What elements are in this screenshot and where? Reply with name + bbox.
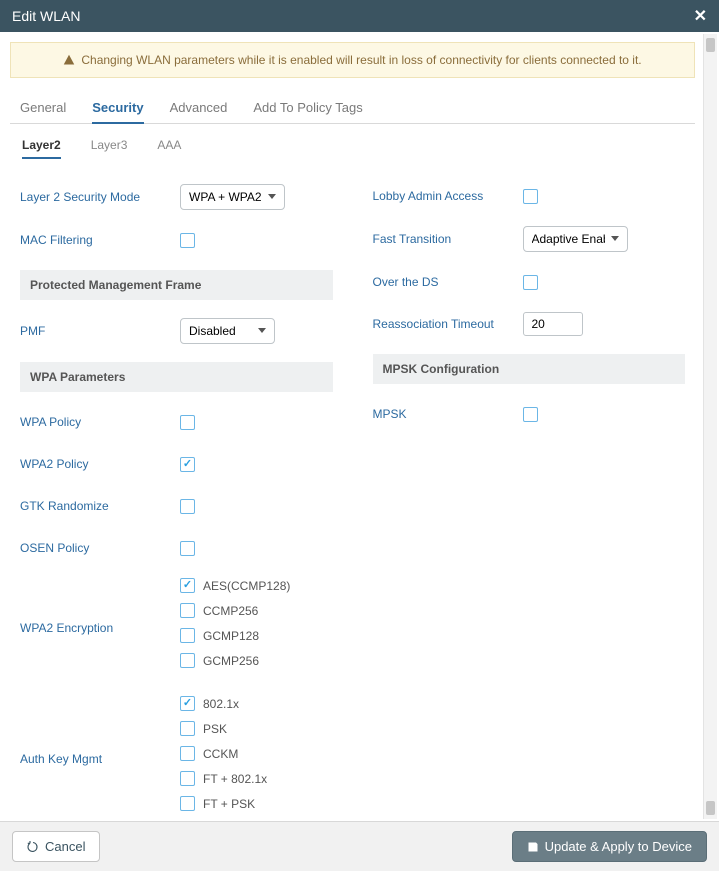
- main-tabs: General Security Advanced Add To Policy …: [10, 92, 695, 124]
- akm-label: Auth Key Mgmt: [20, 752, 180, 766]
- l2mode-select[interactable]: WPA + WPA2: [180, 184, 285, 210]
- wpa2-policy-label: WPA2 Policy: [20, 457, 180, 471]
- wpa-policy-label: WPA Policy: [20, 415, 180, 429]
- wpa2enc-gcmp256-label: GCMP256: [203, 654, 259, 668]
- cancel-label: Cancel: [45, 839, 85, 854]
- close-icon[interactable]: ✕: [694, 6, 707, 26]
- tab-add-to-policy-tags[interactable]: Add To Policy Tags: [253, 92, 362, 123]
- wpa2enc-label: WPA2 Encryption: [20, 621, 180, 635]
- security-subtabs: Layer2 Layer3 AAA: [10, 124, 695, 166]
- right-column: Lobby Admin Access Fast Transition Adapt…: [373, 184, 686, 821]
- wpa-policy-checkbox[interactable]: [180, 415, 195, 430]
- wpa-section-header: WPA Parameters: [20, 362, 333, 392]
- gtk-checkbox[interactable]: [180, 499, 195, 514]
- wpa2enc-aes-checkbox[interactable]: [180, 578, 195, 593]
- akm-cckm-checkbox[interactable]: [180, 746, 195, 761]
- subtab-layer2[interactable]: Layer2: [22, 138, 61, 158]
- reassoc-input[interactable]: [523, 312, 583, 336]
- scrollbar-up-icon[interactable]: [706, 38, 715, 52]
- wpa2enc-ccmp256-label: CCMP256: [203, 604, 258, 618]
- osen-checkbox[interactable]: [180, 541, 195, 556]
- overds-label: Over the DS: [373, 275, 523, 289]
- akm-ft8021x-checkbox[interactable]: [180, 771, 195, 786]
- scrollbar-down-icon[interactable]: [706, 801, 715, 815]
- mpsk-checkbox[interactable]: [523, 407, 538, 422]
- subtab-layer3[interactable]: Layer3: [91, 138, 128, 158]
- ft-label: Fast Transition: [373, 232, 523, 246]
- wpa2enc-aes-label: AES(CCMP128): [203, 579, 290, 593]
- wpa2enc-gcmp128-checkbox[interactable]: [180, 628, 195, 643]
- tab-security[interactable]: Security: [92, 92, 143, 123]
- pmf-select[interactable]: Disabled: [180, 318, 275, 344]
- dialog-header: Edit WLAN ✕: [0, 0, 719, 32]
- scroll-area: Changing WLAN parameters while it is ena…: [0, 32, 719, 821]
- akm-ftpsk-checkbox[interactable]: [180, 796, 195, 811]
- gtk-label: GTK Randomize: [20, 499, 180, 513]
- akm-8021x-checkbox[interactable]: [180, 696, 195, 711]
- left-column: Layer 2 Security Mode WPA + WPA2 MAC Fil…: [20, 184, 333, 821]
- undo-icon: [27, 841, 39, 853]
- akm-cckm-label: CCKM: [203, 747, 238, 761]
- apply-button[interactable]: Update & Apply to Device: [512, 831, 707, 862]
- save-icon: [527, 841, 539, 853]
- warning-text: Changing WLAN parameters while it is ena…: [81, 53, 641, 67]
- tab-general[interactable]: General: [20, 92, 66, 123]
- akm-psk-label: PSK: [203, 722, 227, 736]
- akm-psk-checkbox[interactable]: [180, 721, 195, 736]
- akm-ft8021x-label: FT + 802.1x: [203, 772, 267, 786]
- warning-icon: [63, 54, 75, 66]
- mpsk-label: MPSK: [373, 407, 523, 421]
- dialog-title: Edit WLAN: [12, 8, 80, 24]
- wpa2enc-gcmp128-label: GCMP128: [203, 629, 259, 643]
- wpa2enc-gcmp256-checkbox[interactable]: [180, 653, 195, 668]
- apply-label: Update & Apply to Device: [545, 839, 692, 854]
- akm-ftpsk-label: FT + PSK: [203, 797, 255, 811]
- dialog-footer: Cancel Update & Apply to Device: [0, 821, 719, 871]
- cancel-button[interactable]: Cancel: [12, 831, 100, 862]
- ft-select[interactable]: Adaptive Enab...: [523, 226, 628, 252]
- subtab-aaa[interactable]: AAA: [157, 138, 181, 158]
- pmf-label: PMF: [20, 324, 180, 338]
- mpsk-section-header: MPSK Configuration: [373, 354, 686, 384]
- osen-label: OSEN Policy: [20, 541, 180, 555]
- l2mode-label: Layer 2 Security Mode: [20, 190, 180, 204]
- wpa2-policy-checkbox[interactable]: [180, 457, 195, 472]
- macfilter-checkbox[interactable]: [180, 233, 195, 248]
- wpa2enc-ccmp256-checkbox[interactable]: [180, 603, 195, 618]
- macfilter-label: MAC Filtering: [20, 233, 180, 247]
- reassoc-label: Reassociation Timeout: [373, 317, 523, 331]
- pmf-section-header: Protected Management Frame: [20, 270, 333, 300]
- overds-checkbox[interactable]: [523, 275, 538, 290]
- dialog-body: Changing WLAN parameters while it is ena…: [0, 32, 719, 821]
- warning-alert: Changing WLAN parameters while it is ena…: [10, 42, 695, 78]
- tab-advanced[interactable]: Advanced: [170, 92, 228, 123]
- lobby-checkbox[interactable]: [523, 189, 538, 204]
- lobby-label: Lobby Admin Access: [373, 189, 523, 203]
- scrollbar[interactable]: [703, 34, 717, 819]
- akm-8021x-label: 802.1x: [203, 697, 239, 711]
